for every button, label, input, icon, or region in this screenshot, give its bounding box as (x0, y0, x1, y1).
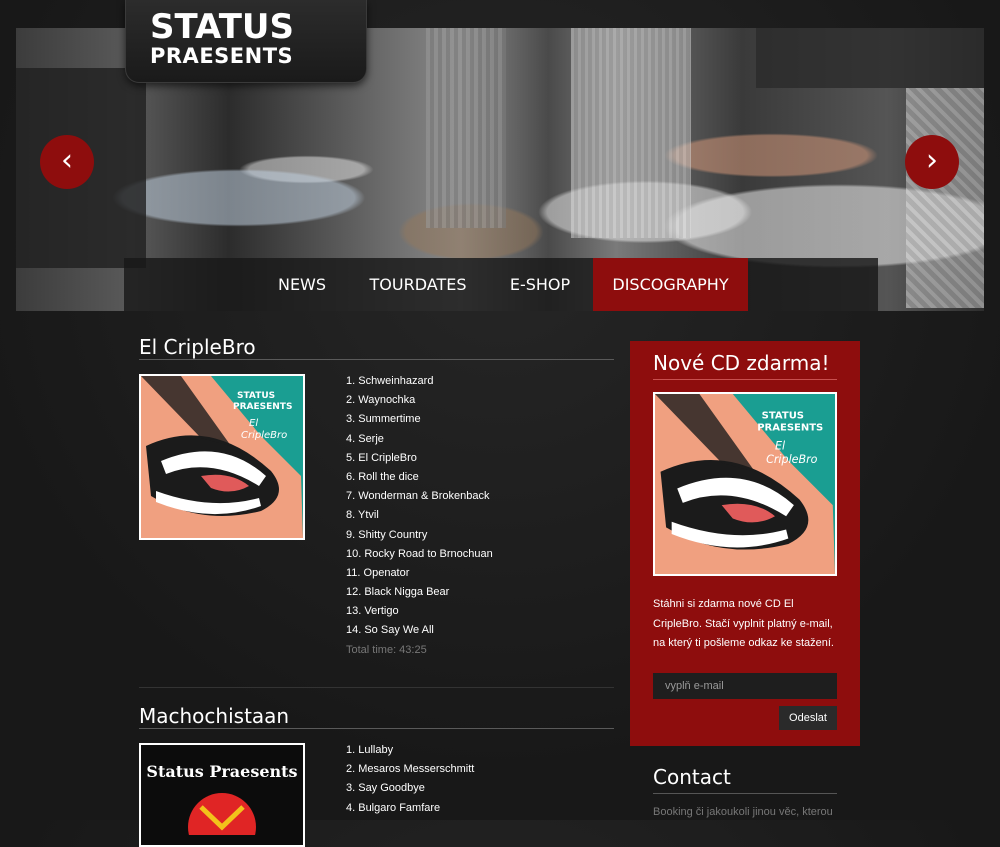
svg-text:STATUS: STATUS (762, 410, 804, 421)
hero-photo-panel (906, 88, 984, 308)
divider (139, 728, 614, 729)
track-item: 2. Mesaros Messerschmitt (346, 763, 475, 776)
svg-text:PRAESENTS: PRAESENTS (233, 402, 292, 412)
track-item: 3. Say Goodbye (346, 782, 425, 795)
track-item: 1. Schweinhazard (346, 375, 434, 387)
nav-item-eshop[interactable]: E-SHOP (490, 258, 590, 311)
svg-text:PRAESENTS: PRAESENTS (757, 423, 823, 434)
logo-line2: PRAESENTS (150, 44, 294, 68)
svg-text:El: El (775, 440, 786, 453)
hero-photo-panel (426, 28, 506, 228)
contact-title: Contact (653, 765, 731, 789)
site-logo[interactable]: STATUS PRAESENTS (125, 0, 367, 83)
logo-line1: STATUS (150, 7, 295, 47)
track-item: 4. Bulgaro Famfare (346, 801, 441, 814)
promo-title: Nové CD zdarma! (653, 351, 830, 375)
track-item: 6. Roll the dice (346, 470, 419, 483)
contact-text: Booking či jakoukoli jinou věc, kterou (653, 806, 833, 818)
total-time: Total time: 43:25 (346, 643, 427, 656)
track-list: 1. Schweinhazard 2. Waynochka 3. Summert… (346, 372, 493, 660)
svg-text:CripleBro: CripleBro (766, 453, 818, 466)
track-item: 1. Lullaby (346, 744, 394, 756)
track-item: 7. Wonderman & Brokenback (346, 490, 490, 503)
cover-text: Status Praesents (146, 762, 297, 781)
divider (653, 793, 837, 794)
chevron-right-icon: › (926, 143, 938, 178)
track-item: 8. Ytvil (346, 509, 379, 522)
track-item: 3. Summertime (346, 413, 421, 426)
submit-button[interactable]: Odeslat (779, 706, 837, 730)
album-title: Machochistaan (139, 704, 290, 728)
track-item: 2. Waynochka (346, 394, 416, 407)
promo-cover[interactable]: STATUS PRAESENTS El CripleBro (653, 392, 837, 576)
svg-text:El: El (249, 418, 258, 429)
track-item: 5. El CripleBro (346, 451, 417, 464)
track-item: 9. Shitty Country (346, 528, 428, 541)
album-separator (139, 687, 614, 688)
nav-item-tourdates[interactable]: TOURDATES (361, 258, 475, 311)
hero-photo-panel (571, 28, 691, 238)
track-list: 1. Lullaby 2. Mesaros Messerschmitt 3. S… (346, 741, 474, 818)
album-cover-art: STATUS PRAESENTS El CripleBro (141, 376, 303, 538)
promo-text: Stáhni si zdarma nové CD El CripleBro. S… (653, 598, 834, 649)
hero-photo-cases (756, 28, 984, 88)
slider-prev-button[interactable]: ‹ (40, 135, 94, 189)
album-cover[interactable]: STATUS PRAESENTS El CripleBro (139, 374, 305, 540)
album-cover[interactable]: Status Praesents (139, 743, 305, 847)
track-item: 13. Vertigo (346, 605, 399, 618)
free-cd-widget: Nové CD zdarma! STATUS PRAESENTS El Crip… (630, 341, 860, 746)
nav-item-discography[interactable]: DISCOGRAPHY (593, 258, 748, 311)
track-item: 4. Serje (346, 432, 384, 445)
album-cover-art: Status Praesents (141, 745, 303, 845)
svg-text:CripleBro: CripleBro (241, 430, 287, 441)
email-input[interactable] (653, 673, 837, 699)
main-nav: NEWS TOURDATES E-SHOP DISCOGRAPHY (124, 258, 878, 311)
track-item: 12. Black Nigga Bear (346, 586, 450, 599)
slider-next-button[interactable]: › (905, 135, 959, 189)
divider (653, 379, 837, 380)
track-item: 11. Openator (346, 566, 410, 579)
album-title: El CripleBro (139, 335, 256, 359)
chevron-left-icon: ‹ (61, 143, 73, 178)
track-item: 14. So Say We All (346, 624, 434, 637)
divider (139, 359, 614, 360)
track-item: 10. Rocky Road to Brnochuan (346, 547, 493, 560)
promo-cover-art: STATUS PRAESENTS El CripleBro (655, 394, 835, 574)
svg-text:STATUS: STATUS (237, 391, 275, 401)
nav-item-news[interactable]: NEWS (257, 258, 347, 311)
